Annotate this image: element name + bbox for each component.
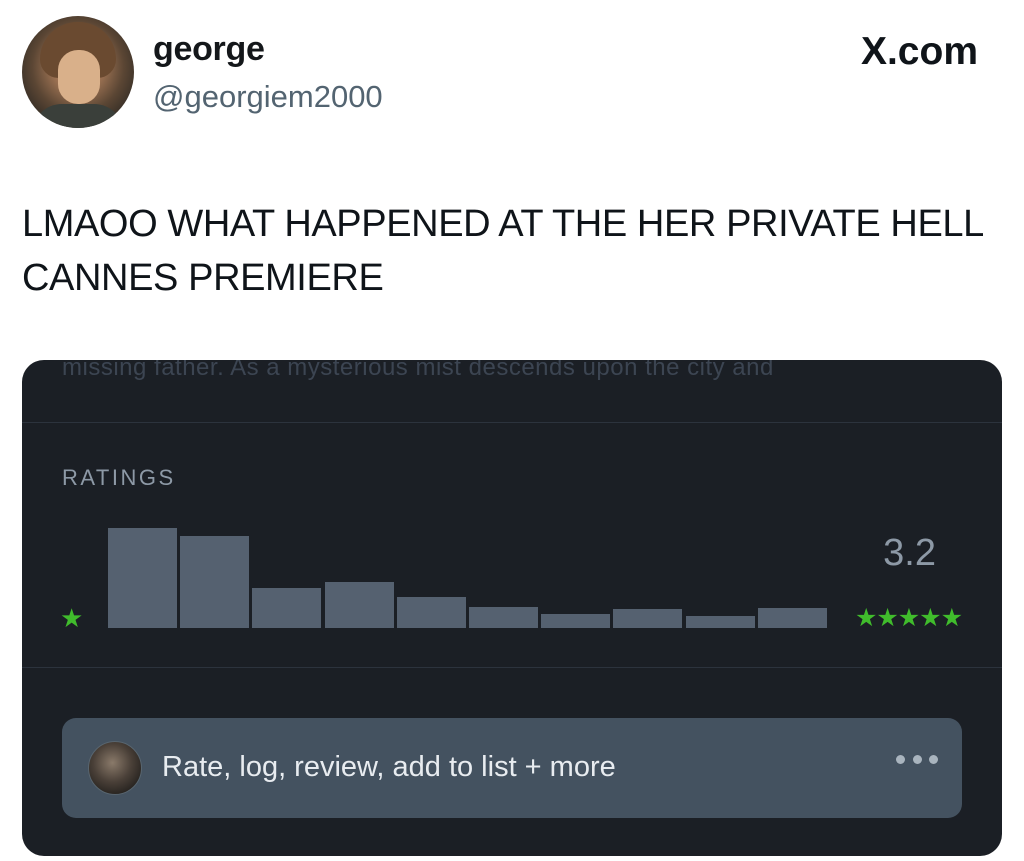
dot xyxy=(912,754,922,764)
avatar-shirt xyxy=(32,104,124,128)
cut-off-synopsis: missing father. As a mysterious mist des… xyxy=(62,360,774,381)
histogram-bar-2.5[interactable] xyxy=(396,597,466,628)
dot xyxy=(896,754,905,764)
average-rating[interactable]: 3.2 xyxy=(883,532,936,575)
dot xyxy=(929,754,938,764)
site-label: X.com xyxy=(860,30,978,73)
embedded-screenshot-card: missing father. As a mysterious mist des… xyxy=(22,360,1002,856)
histogram-bar-3.5[interactable] xyxy=(541,614,611,628)
histogram-bar-1.5[interactable] xyxy=(252,588,322,628)
author-handle[interactable]: @georgiem2000 xyxy=(153,79,383,115)
more-dots-icon[interactable] xyxy=(896,749,938,769)
user-avatar xyxy=(88,741,142,795)
avatar-face xyxy=(58,50,100,104)
tweet-text: LMAOO WHAT HAPPENED AT THE HER PRIVATE H… xyxy=(22,203,983,299)
histogram-bar-0.5[interactable] xyxy=(108,528,177,628)
min-star-icon: ★ xyxy=(60,603,84,633)
divider-bottom xyxy=(22,667,1002,668)
author-name[interactable]: george xyxy=(153,30,265,69)
histogram-bar-4.5[interactable] xyxy=(685,616,755,628)
histogram-bar-1[interactable] xyxy=(180,536,250,628)
histogram-bar-4[interactable] xyxy=(613,609,683,628)
histogram-bar-3[interactable] xyxy=(469,607,538,628)
rate-log-review-button[interactable]: Rate, log, review, add to list + more xyxy=(62,718,962,818)
max-stars-icon: ★★★★★ xyxy=(854,604,963,632)
tweet-avatar[interactable] xyxy=(22,16,134,128)
action-label: Rate, log, review, add to list + more xyxy=(162,751,616,783)
histogram-bar-5[interactable] xyxy=(757,608,827,628)
ratings-histogram xyxy=(108,510,828,628)
histogram-bar-2[interactable] xyxy=(324,582,394,628)
divider-top xyxy=(22,422,1002,423)
ratings-label: RATINGS xyxy=(62,465,176,490)
